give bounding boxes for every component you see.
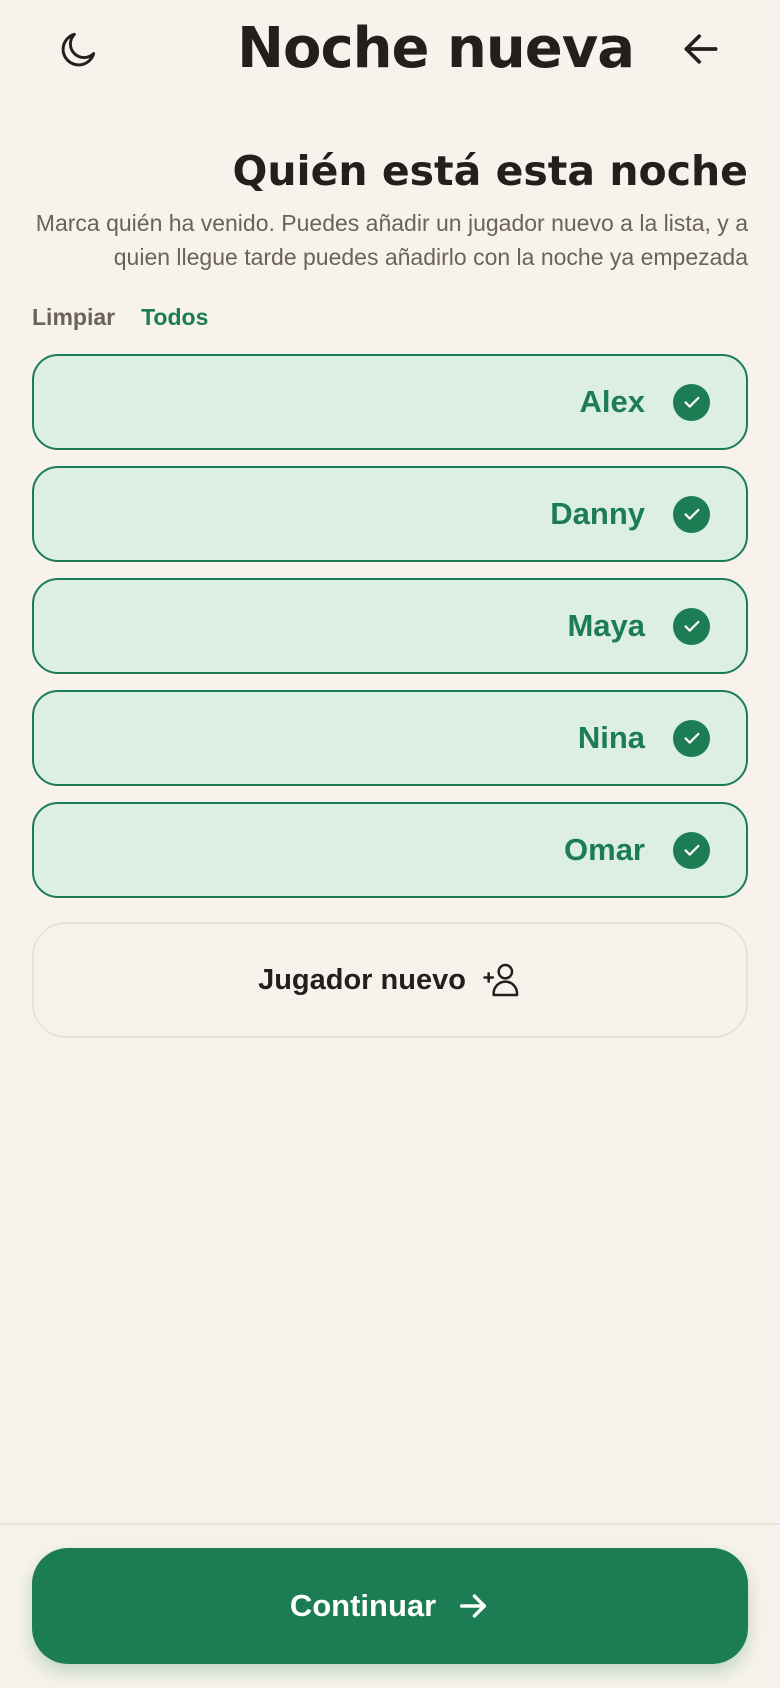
page-title: Noche nueva xyxy=(237,16,635,81)
player-row-nina[interactable]: Nina xyxy=(32,690,748,786)
check-circle-icon xyxy=(673,383,710,421)
check-circle-icon xyxy=(673,495,710,533)
clear-selection-link[interactable]: Limpiar xyxy=(32,304,115,331)
player-name: Omar xyxy=(564,832,645,867)
theme-toggle-button[interactable] xyxy=(52,22,106,76)
continue-button[interactable]: Continuar xyxy=(32,1548,748,1664)
player-name: Maya xyxy=(567,608,645,643)
check-circle-icon xyxy=(673,719,710,757)
arrow-left-icon xyxy=(684,34,718,64)
check-circle-icon xyxy=(673,831,710,869)
section-title: Quién está esta noche xyxy=(232,147,748,195)
player-list: Alex Danny Maya Nina Omar xyxy=(32,354,748,914)
add-player-label: Jugador nuevo xyxy=(258,963,466,996)
player-row-maya[interactable]: Maya xyxy=(32,578,748,674)
player-name: Alex xyxy=(579,384,645,419)
player-name: Nina xyxy=(577,720,645,755)
player-row-alex[interactable]: Alex xyxy=(32,354,748,450)
continue-label: Continuar xyxy=(289,1588,437,1623)
section-description: Marca quién ha venido. Puedes añadir un … xyxy=(35,210,748,270)
header: Noche nueva xyxy=(0,0,780,96)
moon-icon xyxy=(61,32,96,67)
user-plus-icon xyxy=(483,963,519,997)
player-name: Danny xyxy=(550,496,645,531)
add-player-button[interactable]: Jugador nuevo xyxy=(32,922,748,1038)
player-row-danny[interactable]: Danny xyxy=(32,466,748,562)
back-button[interactable] xyxy=(674,22,728,76)
arrow-right-icon xyxy=(460,1594,487,1618)
check-circle-icon xyxy=(673,607,710,645)
select-all-link[interactable]: Todos xyxy=(141,304,208,331)
footer-divider xyxy=(0,1523,780,1525)
player-row-omar[interactable]: Omar xyxy=(32,802,748,898)
quick-actions: Limpiar Todos xyxy=(32,304,208,331)
screen: Noche nueva Quién está esta noche Marca … xyxy=(0,0,780,1688)
